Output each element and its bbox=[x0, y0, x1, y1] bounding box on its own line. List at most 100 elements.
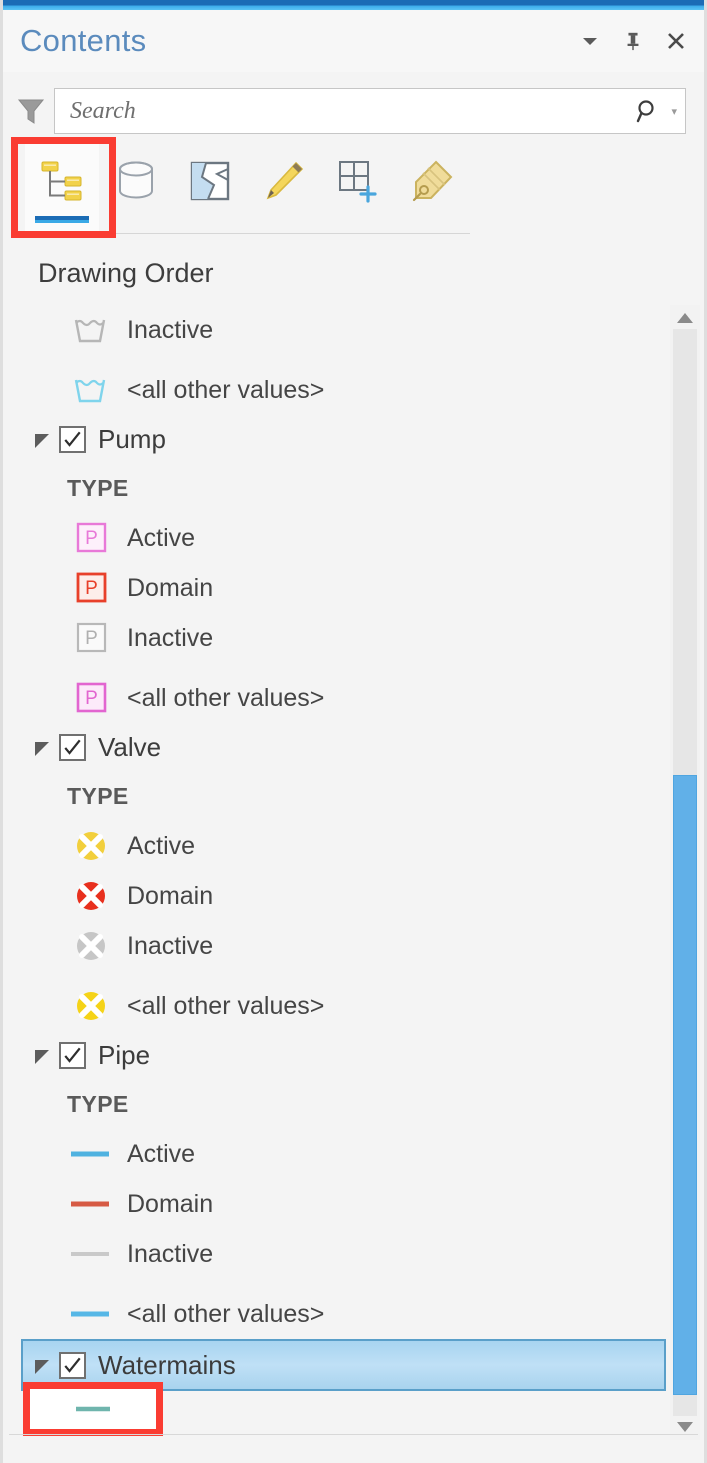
valve-icon bbox=[67, 987, 113, 1025]
field-label: TYPE bbox=[67, 1090, 129, 1117]
legend-item[interactable]: <all other values> bbox=[3, 1289, 668, 1339]
pin-icon[interactable] bbox=[622, 30, 644, 52]
pump-point-icon: P bbox=[67, 619, 113, 657]
layer-name: Watermains bbox=[98, 1349, 236, 1380]
legend-item[interactable]: Inactive bbox=[3, 921, 668, 971]
legend-label: <all other values> bbox=[127, 683, 325, 712]
legend-label: Active bbox=[127, 831, 196, 860]
legend-label: <all other values> bbox=[127, 375, 325, 404]
legend-label: <all other values> bbox=[127, 1299, 325, 1328]
tab-list-by-labeling[interactable] bbox=[395, 143, 469, 235]
legend-label: Domain bbox=[127, 881, 214, 910]
valve-icon bbox=[67, 927, 113, 965]
layer-row-valve[interactable]: Valve bbox=[3, 723, 668, 771]
legend-item[interactable]: Inactive bbox=[3, 305, 668, 355]
legend-item[interactable] bbox=[3, 1407, 668, 1440]
search-input[interactable] bbox=[70, 97, 632, 125]
layer-checkbox[interactable] bbox=[59, 1351, 86, 1379]
tab-list-by-selection[interactable] bbox=[173, 143, 247, 235]
tank-icon bbox=[67, 371, 113, 409]
tree-scrollbar[interactable] bbox=[670, 305, 700, 1440]
legend-label: Inactive bbox=[127, 315, 214, 344]
legend-item[interactable]: P Active bbox=[3, 513, 668, 563]
legend-item[interactable]: <all other values> bbox=[3, 365, 668, 415]
svg-text:P: P bbox=[85, 528, 98, 549]
layer-row-pipe[interactable]: Pipe bbox=[3, 1031, 668, 1079]
drawing-order-heading: Drawing Order bbox=[38, 258, 214, 288]
legend-item[interactable]: P Domain bbox=[3, 563, 668, 613]
pane-titlebar: Contents bbox=[3, 10, 704, 72]
legend-label: Active bbox=[127, 1139, 196, 1168]
layer-name: Pump bbox=[98, 423, 166, 454]
tab-list-by-snapping[interactable] bbox=[321, 143, 395, 235]
expand-triangle-icon[interactable] bbox=[31, 1044, 53, 1066]
legend-item[interactable]: Inactive bbox=[3, 1229, 668, 1279]
selection-icon bbox=[190, 161, 230, 201]
contents-pane: Contents Search ▾ Drawing Order Inactive… bbox=[0, 0, 707, 1463]
search-options-caret[interactable]: ▾ bbox=[671, 105, 677, 118]
field-label: TYPE bbox=[67, 782, 129, 809]
scroll-up-arrow-icon[interactable] bbox=[670, 307, 700, 329]
layer-row-watermains[interactable]: Watermains bbox=[21, 1339, 666, 1391]
scrollbar-thumb[interactable] bbox=[673, 775, 697, 1395]
legend-label: Inactive bbox=[127, 931, 214, 960]
layer-name: Valve bbox=[98, 731, 162, 762]
search-box[interactable]: ▾ bbox=[54, 88, 686, 134]
legend-item[interactable]: P <all other values> bbox=[3, 673, 668, 723]
legend-item[interactable]: P Inactive bbox=[3, 613, 668, 663]
tabstrip-divider bbox=[25, 233, 470, 234]
search-icon[interactable] bbox=[635, 98, 661, 124]
legend-label: <all other values> bbox=[127, 991, 325, 1020]
valve-icon bbox=[67, 827, 113, 865]
field-label: TYPE bbox=[67, 474, 129, 501]
funnel-icon[interactable] bbox=[14, 94, 48, 128]
legend-item[interactable]: Domain bbox=[3, 1179, 668, 1229]
pump-point-icon: P bbox=[67, 679, 113, 717]
expand-triangle-icon[interactable] bbox=[31, 1354, 53, 1376]
line-icon bbox=[43, 1413, 89, 1440]
tank-icon bbox=[67, 311, 113, 349]
svg-text:P: P bbox=[85, 628, 98, 649]
legend-item[interactable]: Active bbox=[3, 821, 668, 871]
expand-triangle-icon[interactable] bbox=[31, 428, 53, 450]
field-row: TYPE bbox=[3, 1079, 668, 1129]
search-row: ▾ bbox=[3, 86, 704, 136]
contents-tree: Inactive <all other values> Pump TYPE P … bbox=[3, 305, 668, 1440]
close-icon[interactable] bbox=[665, 30, 687, 52]
legend-label: Inactive bbox=[127, 623, 214, 652]
data-source-icon bbox=[119, 161, 153, 199]
snapping-grid-icon bbox=[339, 161, 377, 203]
legend-item[interactable]: Domain bbox=[3, 871, 668, 921]
editing-pencil-icon bbox=[266, 161, 304, 200]
chevron-down-icon[interactable] bbox=[579, 30, 601, 52]
legend-item[interactable]: Active bbox=[3, 1129, 668, 1179]
layer-checkbox[interactable] bbox=[59, 1041, 86, 1069]
page-title: Contents bbox=[20, 23, 147, 58]
legend-item[interactable]: <all other values> bbox=[3, 981, 668, 1031]
layer-checkbox[interactable] bbox=[59, 425, 86, 453]
tab-list-by-editing[interactable] bbox=[247, 143, 321, 235]
layer-row-pump[interactable]: Pump bbox=[3, 415, 668, 463]
tab-list-by-data-source[interactable] bbox=[99, 143, 173, 235]
field-row: TYPE bbox=[3, 463, 668, 513]
pump-point-icon: P bbox=[67, 519, 113, 557]
tab-list-by-drawing-order[interactable] bbox=[25, 143, 99, 235]
line-icon bbox=[67, 1235, 113, 1273]
drawing-order-icon bbox=[41, 161, 82, 201]
expand-triangle-icon[interactable] bbox=[31, 736, 53, 758]
svg-text:P: P bbox=[85, 578, 98, 599]
valve-icon bbox=[67, 877, 113, 915]
layer-name: Pipe bbox=[98, 1039, 151, 1070]
line-icon bbox=[67, 1185, 113, 1223]
legend-label: Active bbox=[127, 523, 196, 552]
pane-accent-bar bbox=[3, 0, 704, 10]
layer-checkbox[interactable] bbox=[59, 733, 86, 761]
pane-bottom-divider bbox=[9, 1434, 698, 1435]
legend-label: Domain bbox=[127, 1189, 214, 1218]
line-icon bbox=[67, 1295, 113, 1333]
legend-label: Domain bbox=[127, 573, 214, 602]
contents-tabstrip bbox=[25, 143, 470, 235]
legend-label: Inactive bbox=[127, 1239, 214, 1268]
svg-text:P: P bbox=[85, 688, 98, 709]
field-row: TYPE bbox=[3, 771, 668, 821]
